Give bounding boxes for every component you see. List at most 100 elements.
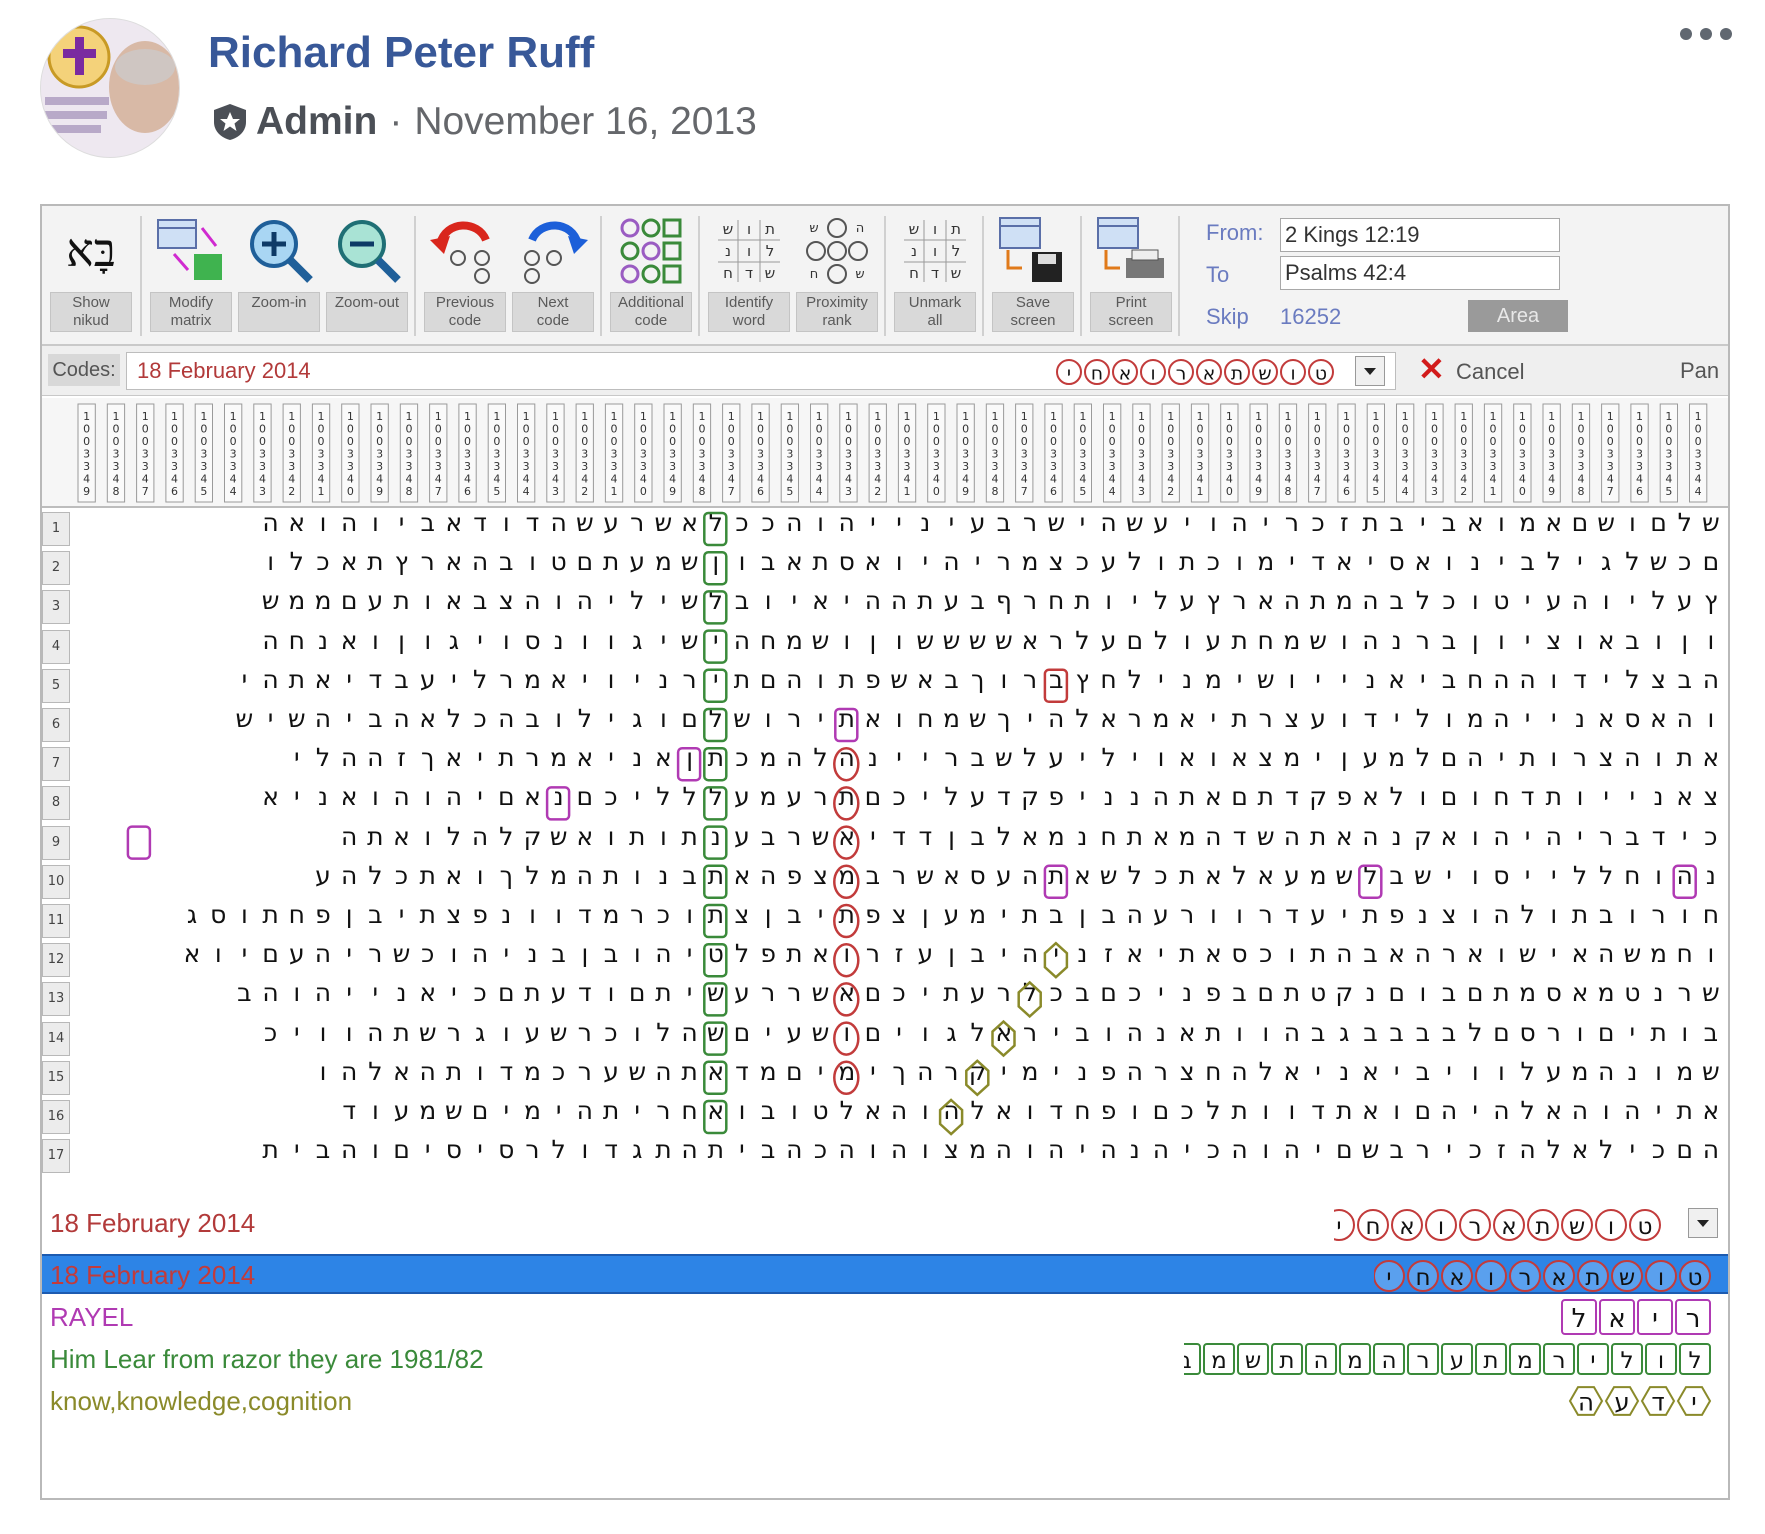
- matrix-letter[interactable]: ה: [258, 626, 284, 655]
- matrix-letter[interactable]: ר: [1043, 626, 1069, 655]
- matrix-letter[interactable]: ת: [1069, 586, 1095, 615]
- post-date[interactable]: November 16, 2013: [414, 100, 757, 144]
- matrix-letter[interactable]: צ: [1436, 900, 1462, 929]
- matrix-letter[interactable]: ה: [1488, 704, 1514, 733]
- matrix-letter[interactable]: ל: [1410, 586, 1436, 615]
- matrix-letter[interactable]: ה: [1357, 586, 1383, 615]
- matrix-letter[interactable]: מ: [834, 861, 860, 890]
- matrix-letter[interactable]: א: [415, 704, 441, 733]
- matrix-letter[interactable]: ב: [677, 861, 703, 890]
- matrix-letter[interactable]: י: [467, 1135, 493, 1164]
- matrix-letter[interactable]: ע: [965, 782, 991, 811]
- matrix-letter[interactable]: צ: [1541, 626, 1567, 655]
- matrix-letter[interactable]: ע: [1200, 626, 1226, 655]
- matrix-letter[interactable]: ו: [310, 508, 336, 537]
- matrix-letter[interactable]: ד: [598, 1135, 624, 1164]
- matrix-letter[interactable]: ם: [336, 586, 362, 615]
- matrix-letter[interactable]: ב: [1357, 939, 1383, 968]
- matrix-letter[interactable]: ש: [729, 704, 755, 733]
- matrix-letter[interactable]: ה: [1698, 665, 1724, 694]
- matrix-letter[interactable]: י: [1069, 743, 1095, 772]
- matrix-letter[interactable]: ס: [1619, 704, 1645, 733]
- matrix-letter[interactable]: ת: [1357, 508, 1383, 537]
- matrix-letter[interactable]: ה: [1096, 508, 1122, 537]
- matrix-letter[interactable]: א: [703, 1096, 729, 1125]
- matrix-letter[interactable]: ם: [258, 939, 284, 968]
- matrix-letter[interactable]: ך: [415, 743, 441, 772]
- matrix-letter[interactable]: ב: [493, 547, 519, 576]
- matrix-letter[interactable]: ו: [310, 1018, 336, 1047]
- matrix-letter[interactable]: מ: [1279, 626, 1305, 655]
- matrix-letter[interactable]: מ: [598, 900, 624, 929]
- matrix-letter[interactable]: ז: [1096, 939, 1122, 968]
- matrix-letter[interactable]: ו: [205, 939, 231, 968]
- matrix-letter[interactable]: ב: [362, 900, 388, 929]
- matrix-letter[interactable]: ו: [1698, 626, 1724, 655]
- matrix-letter[interactable]: ל: [1593, 861, 1619, 890]
- matrix-letter[interactable]: א: [1410, 547, 1436, 576]
- matrix-letter[interactable]: ל: [572, 704, 598, 733]
- matrix-letter[interactable]: ת: [493, 743, 519, 772]
- matrix-letter[interactable]: ו: [1148, 743, 1174, 772]
- matrix-letter[interactable]: י: [860, 822, 886, 851]
- matrix-letter[interactable]: ו: [1672, 900, 1698, 929]
- matrix-letter[interactable]: ו: [729, 547, 755, 576]
- matrix-letter[interactable]: י: [1017, 704, 1043, 733]
- matrix-letter[interactable]: ס: [1488, 861, 1514, 890]
- matrix-letter[interactable]: ה: [388, 782, 414, 811]
- matrix-letter[interactable]: א: [258, 782, 284, 811]
- matrix-letter[interactable]: ו: [991, 665, 1017, 694]
- matrix-letter[interactable]: ו: [598, 626, 624, 655]
- matrix-letter[interactable]: ש: [1593, 508, 1619, 537]
- matrix-letter[interactable]: ה: [781, 508, 807, 537]
- matrix-letter[interactable]: ר: [624, 900, 650, 929]
- matrix-letter[interactable]: ה: [572, 1096, 598, 1125]
- matrix-letter[interactable]: ך: [991, 704, 1017, 733]
- matrix-letter[interactable]: ל: [624, 586, 650, 615]
- matrix-letter[interactable]: נ: [912, 508, 938, 537]
- matrix-letter[interactable]: כ: [1200, 1135, 1226, 1164]
- matrix-letter[interactable]: ו: [1541, 665, 1567, 694]
- matrix-letter[interactable]: א: [546, 665, 572, 694]
- to-field[interactable]: Psalms 42:4: [1280, 256, 1560, 290]
- matrix-letter[interactable]: י: [1515, 586, 1541, 615]
- matrix-letter[interactable]: ר: [1017, 1018, 1043, 1047]
- matrix-letter[interactable]: ה: [886, 1096, 912, 1125]
- matrix-letter[interactable]: ב: [1515, 547, 1541, 576]
- matrix-letter[interactable]: ו: [1096, 586, 1122, 615]
- matrix-letter[interactable]: ן: [572, 939, 598, 968]
- matrix-letter[interactable]: ר: [1017, 586, 1043, 615]
- matrix-letter[interactable]: ח: [677, 1096, 703, 1125]
- matrix-letter[interactable]: ו: [546, 586, 572, 615]
- matrix-letter[interactable]: ר: [441, 1018, 467, 1047]
- matrix-letter[interactable]: ש: [912, 861, 938, 890]
- matrix-letter[interactable]: ש: [1645, 547, 1671, 576]
- matrix-letter[interactable]: ו: [650, 704, 676, 733]
- matrix-letter[interactable]: ע: [729, 822, 755, 851]
- matrix-letter[interactable]: י: [912, 782, 938, 811]
- matrix-letter[interactable]: ב: [755, 1135, 781, 1164]
- matrix-letter[interactable]: י: [1672, 822, 1698, 851]
- matrix-letter[interactable]: כ: [1253, 939, 1279, 968]
- matrix-letter[interactable]: ת: [1488, 978, 1514, 1007]
- matrix-letter[interactable]: מ: [1515, 978, 1541, 1007]
- matrix-letter[interactable]: ה: [912, 1057, 938, 1086]
- matrix-letter[interactable]: פ: [1200, 978, 1226, 1007]
- matrix-letter[interactable]: ה: [1515, 665, 1541, 694]
- matrix-letter[interactable]: ו: [834, 1018, 860, 1047]
- matrix-letter[interactable]: ס: [1541, 978, 1567, 1007]
- matrix-letter[interactable]: ג: [624, 704, 650, 733]
- matrix-letter[interactable]: ל: [703, 782, 729, 811]
- matrix-letter[interactable]: ת: [598, 547, 624, 576]
- matrix-letter[interactable]: א: [1174, 743, 1200, 772]
- save-screen-button[interactable]: Save screen: [990, 212, 1076, 340]
- matrix-letter[interactable]: כ: [415, 939, 441, 968]
- matrix-letter[interactable]: א: [1593, 626, 1619, 655]
- matrix-letter[interactable]: ל: [1069, 704, 1095, 733]
- matrix-letter[interactable]: ר: [1017, 665, 1043, 694]
- matrix-letter[interactable]: י: [1148, 665, 1174, 694]
- matrix-letter[interactable]: ו: [467, 1057, 493, 1086]
- matrix-letter[interactable]: ו: [1017, 1096, 1043, 1125]
- matrix-letter[interactable]: ם: [781, 1057, 807, 1086]
- matrix-letter[interactable]: כ: [598, 782, 624, 811]
